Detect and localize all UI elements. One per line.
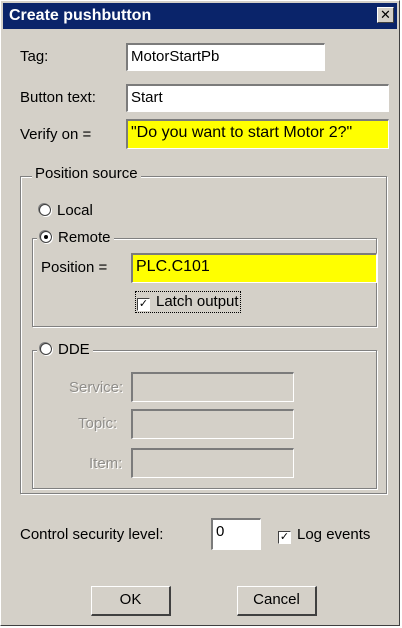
close-icon: ✕ — [380, 7, 391, 22]
item-input — [131, 448, 294, 478]
item-label: Item: — [89, 455, 123, 472]
button-text-label: Button text: — [20, 89, 96, 106]
log-events-label: Log events — [297, 526, 371, 543]
verify-on-label: Verify on = — [20, 126, 92, 143]
create-pushbutton-dialog: Create pushbutton ✕ Tag: MotorStartPb Bu… — [0, 0, 400, 626]
tag-input[interactable]: MotorStartPb — [126, 43, 325, 71]
latch-output-checkbox[interactable]: ✓ Latch output — [135, 291, 241, 313]
remote-label: Remote — [58, 229, 111, 246]
button-text-input[interactable]: Start — [126, 84, 389, 112]
position-source-legend: Position source — [32, 165, 141, 182]
service-input — [131, 372, 294, 402]
dde-radio[interactable]: DDE — [37, 341, 93, 358]
latch-output-label: Latch output — [156, 293, 239, 310]
ok-button[interactable]: OK — [91, 586, 171, 616]
tag-label: Tag: — [20, 48, 49, 65]
local-label: Local — [57, 202, 93, 219]
cancel-button[interactable]: Cancel — [237, 586, 317, 616]
position-input[interactable]: PLC.C101 — [131, 253, 377, 283]
verify-on-input[interactable]: "Do you want to start Motor 2?" — [126, 119, 389, 149]
service-label: Service: — [69, 379, 124, 396]
log-events-checkbox[interactable]: ✓ Log events — [278, 526, 370, 544]
close-button[interactable]: ✕ — [377, 7, 394, 23]
topic-label: Topic: — [78, 415, 118, 432]
log-events-check[interactable]: ✓ — [278, 531, 291, 544]
dde-radio-button[interactable] — [40, 343, 52, 355]
local-radio-button[interactable] — [39, 204, 51, 216]
remote-radio-button[interactable] — [40, 231, 52, 243]
latch-output-check[interactable]: ✓ — [137, 298, 150, 311]
local-radio[interactable]: Local — [39, 202, 93, 219]
dde-label: DDE — [58, 341, 90, 358]
security-level-label: Control security level: — [20, 526, 164, 543]
position-label: Position = — [41, 259, 108, 276]
remote-radio[interactable]: Remote — [37, 229, 114, 246]
topic-input — [131, 409, 294, 439]
dialog-title: Create pushbutton — [9, 7, 152, 24]
title-bar[interactable]: Create pushbutton ✕ — [3, 3, 397, 29]
security-level-input[interactable]: 0 — [211, 518, 261, 550]
